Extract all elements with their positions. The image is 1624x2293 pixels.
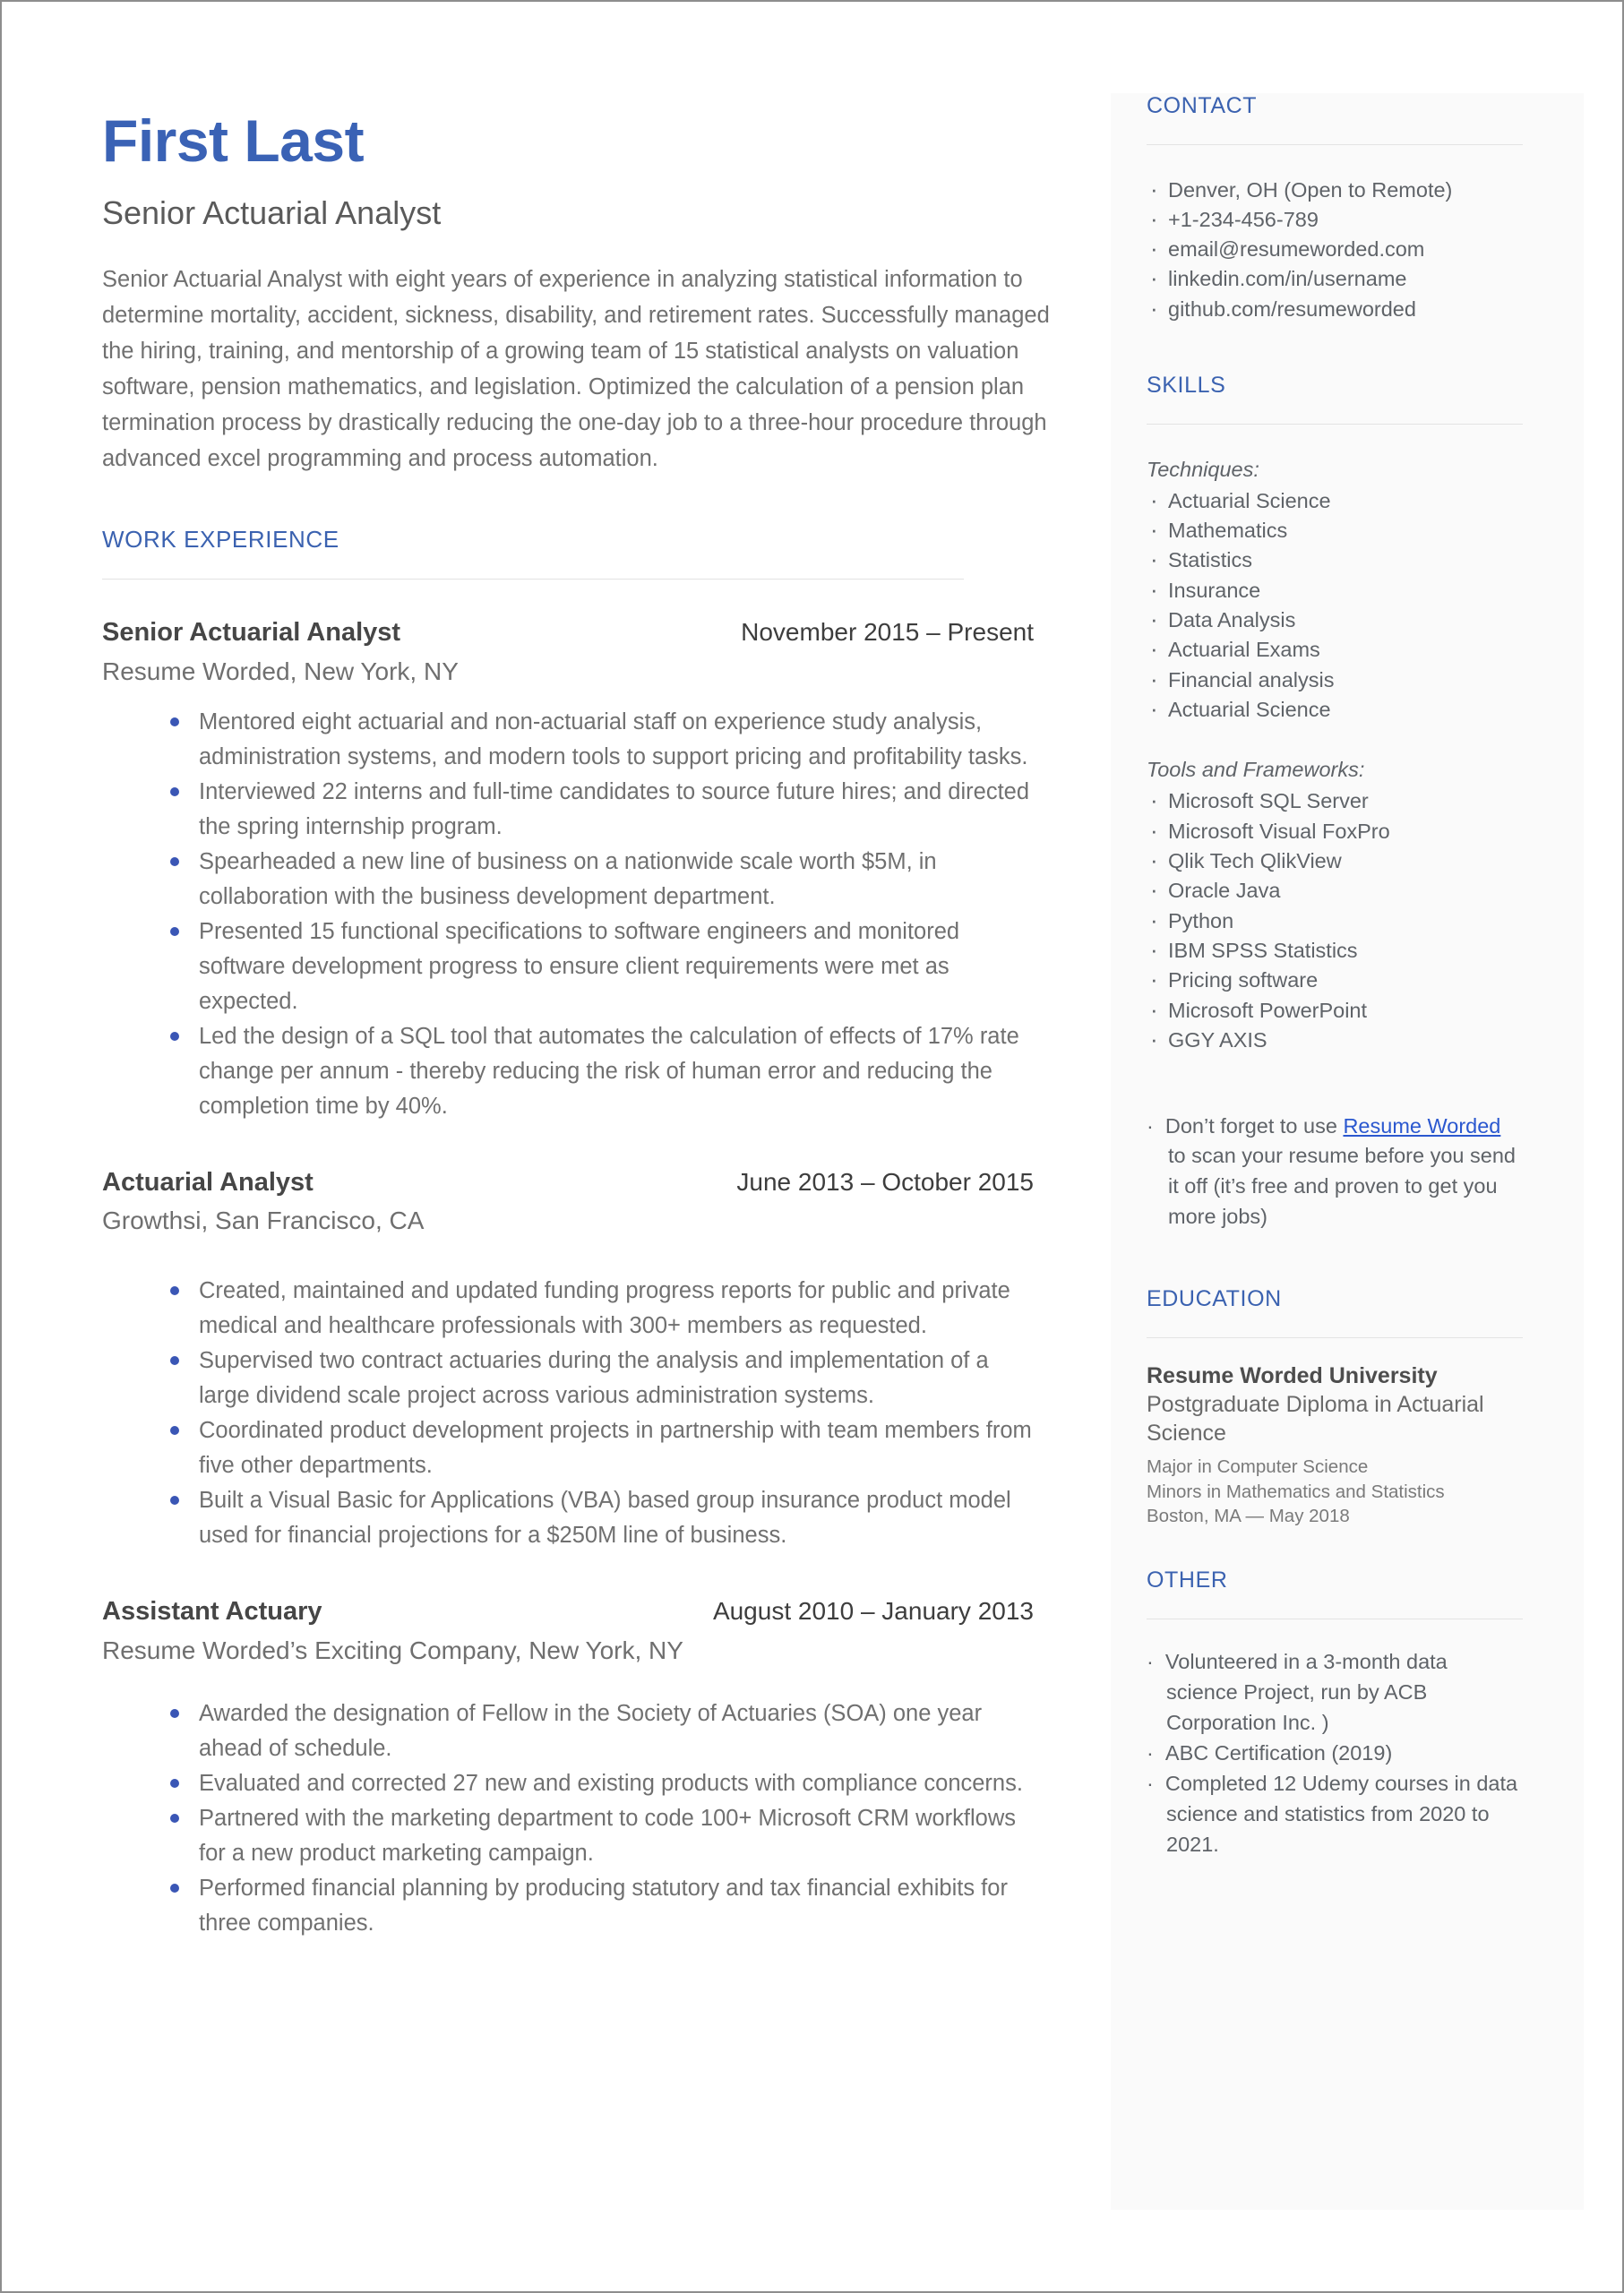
skill-item: Financial analysis [1147, 665, 1523, 695]
job-dates: August 2010 – January 2013 [712, 1597, 1034, 1626]
contact-item-location: Denver, OH (Open to Remote) [1147, 175, 1523, 205]
skills-group-label: Techniques: [1147, 457, 1259, 481]
other-item: Volunteered in a 3-month data science Pr… [1147, 1646, 1523, 1738]
job-bullet: Created, maintained and updated funding … [170, 1274, 1045, 1344]
other-list: Volunteered in a 3-month data science Pr… [1147, 1646, 1523, 1859]
section-heading-work-experience: WORK EXPERIENCE [102, 525, 339, 553]
job-bullet: Performed financial planning by producin… [170, 1871, 1045, 1941]
job-bullet: Coordinated product development projects… [170, 1413, 1045, 1483]
resume-page: First Last Senior Actuarial Analyst Seni… [0, 0, 1624, 2293]
job-title: Senior Actuarial Analyst [102, 617, 401, 647]
skill-item: GGY AXIS [1147, 1025, 1523, 1055]
promo-text-before: Don’t forget to use [1164, 1113, 1344, 1138]
skill-item: Actuarial Science [1147, 694, 1523, 725]
job-entry: Senior Actuarial Analyst November 2015 –… [102, 617, 1070, 1124]
skill-item: Insurance [1147, 575, 1523, 605]
section-divider [102, 578, 964, 580]
job-company: Growthsi, San Francisco, CA [102, 1207, 425, 1235]
skills-group-label: Tools and Frameworks: [1147, 758, 1365, 782]
skill-item: Oracle Java [1147, 875, 1523, 906]
sidebar-heading-contact: CONTACT [1147, 93, 1258, 118]
sidebar-divider [1147, 423, 1523, 425]
sidebar-divider [1147, 144, 1523, 145]
education-major: Major in Computer Science [1147, 1456, 1369, 1478]
job-bullet: Spearheaded a new line of business on a … [170, 845, 1045, 915]
resume-worded-link[interactable]: Resume Worded [1343, 1114, 1500, 1138]
job-entry: Assistant Actuary August 2010 – January … [102, 1596, 1070, 1941]
sidebar-divider [1147, 1336, 1523, 1338]
skill-item: Microsoft Visual FoxPro [1147, 816, 1523, 846]
job-dates: November 2015 – Present [741, 617, 1034, 646]
sidebar-section-education: EDUCATION Resume Worded University Postg… [1147, 1286, 1523, 1528]
job-header-row: Actuarial Analyst June 2013 – October 20… [102, 1167, 1034, 1198]
sidebar-section-contact: CONTACT Denver, OH (Open to Remote) +1-2… [1147, 93, 1523, 324]
contact-item-github[interactable]: github.com/resumeworded [1147, 293, 1523, 324]
candidate-headline: Senior Actuarial Analyst [102, 194, 442, 232]
sidebar-column: CONTACT Denver, OH (Open to Remote) +1-2… [1147, 93, 1523, 1860]
main-column: First Last Senior Actuarial Analyst Seni… [102, 107, 1070, 1941]
job-bullet-list: Mentored eight actuarial and non-actuari… [102, 705, 1070, 1124]
job-entry: Actuarial Analyst June 2013 – October 20… [102, 1167, 1070, 1554]
skill-item: Actuarial Science [1147, 485, 1523, 516]
job-bullet: Supervised two contract actuaries during… [170, 1344, 1045, 1413]
job-bullet: Built a Visual Basic for Applications (V… [170, 1483, 1045, 1553]
skill-item: Mathematics [1147, 515, 1523, 545]
education-entry: Resume Worded University Postgraduate Di… [1147, 1361, 1523, 1528]
job-header-row: Senior Actuarial Analyst November 2015 –… [102, 617, 1034, 648]
job-title: Actuarial Analyst [102, 1167, 314, 1197]
job-bullet: Partnered with the marketing department … [170, 1801, 1045, 1871]
job-bullet: Evaluated and corrected 27 new and exist… [170, 1766, 1045, 1801]
job-bullet: Awarded the designation of Fellow in the… [170, 1696, 1045, 1766]
sidebar-section-skills: SKILLS Techniques: Actuarial Science Mat… [1147, 373, 1523, 1232]
job-bullet-list: Created, maintained and updated funding … [102, 1274, 1070, 1553]
education-school: Resume Worded University [1147, 1362, 1438, 1388]
other-item: Completed 12 Udemy courses in data scien… [1147, 1768, 1523, 1859]
job-company: Resume Worded, New York, NY [102, 657, 459, 685]
job-bullet: Presented 15 functional specifications t… [170, 915, 1045, 1019]
skills-list: Actuarial Science Mathematics Statistics… [1147, 485, 1523, 726]
education-minors: Minors in Mathematics and Statistics [1147, 1481, 1445, 1502]
job-bullet: Mentored eight actuarial and non-actuari… [170, 705, 1045, 775]
sidebar-section-other: OTHER Volunteered in a 3-month data scie… [1147, 1567, 1523, 1859]
resume-worded-promo: Don’t forget to use Resume Worded to sca… [1147, 1112, 1523, 1232]
skill-item: IBM SPSS Statistics [1147, 935, 1523, 966]
job-bullet: Led the design of a SQL tool that automa… [170, 1019, 1045, 1124]
contact-item-phone[interactable]: +1-234-456-789 [1147, 204, 1523, 235]
skill-item: Python [1147, 906, 1523, 936]
sidebar-heading-education: EDUCATION [1147, 1285, 1282, 1311]
skill-item: Microsoft PowerPoint [1147, 995, 1523, 1026]
job-bullet-list: Awarded the designation of Fellow in the… [102, 1696, 1070, 1941]
skill-item: Data Analysis [1147, 605, 1523, 635]
contact-item-linkedin[interactable]: linkedin.com/in/username [1147, 263, 1523, 294]
promo-text-after: to scan your resume before you send it o… [1168, 1144, 1516, 1228]
professional-summary: Senior Actuarial Analyst with eight year… [102, 266, 1050, 471]
contact-list: Denver, OH (Open to Remote) +1-234-456-7… [1147, 175, 1523, 324]
education-location-date: Boston, MA — May 2018 [1147, 1505, 1350, 1526]
skill-item: Microsoft SQL Server [1147, 786, 1523, 816]
skill-item: Qlik Tech QlikView [1147, 846, 1523, 876]
sidebar-heading-other: OTHER [1147, 1567, 1228, 1593]
skills-group-tools: Tools and Frameworks: Microsoft SQL Serv… [1147, 755, 1523, 1055]
contact-item-email[interactable]: email@resumeworded.com [1147, 234, 1523, 264]
skills-group-techniques: Techniques: Actuarial Science Mathematic… [1147, 455, 1523, 726]
job-bullet: Interviewed 22 interns and full-time can… [170, 775, 1045, 845]
job-header-row: Assistant Actuary August 2010 – January … [102, 1596, 1034, 1627]
job-title: Assistant Actuary [102, 1597, 322, 1627]
skill-item: Statistics [1147, 545, 1523, 575]
candidate-name: First Last [102, 107, 365, 174]
skill-item: Actuarial Exams [1147, 634, 1523, 665]
job-dates: June 2013 – October 2015 [736, 1167, 1034, 1196]
skill-item: Pricing software [1147, 965, 1523, 995]
other-item: ABC Certification (2019) [1147, 1738, 1523, 1768]
education-degree: Postgraduate Diploma in Actuarial Scienc… [1147, 1392, 1484, 1447]
job-company: Resume Worded’s Exciting Company, New Yo… [102, 1636, 683, 1665]
sidebar-heading-skills: SKILLS [1147, 372, 1226, 398]
skills-list: Microsoft SQL Server Microsoft Visual Fo… [1147, 786, 1523, 1055]
